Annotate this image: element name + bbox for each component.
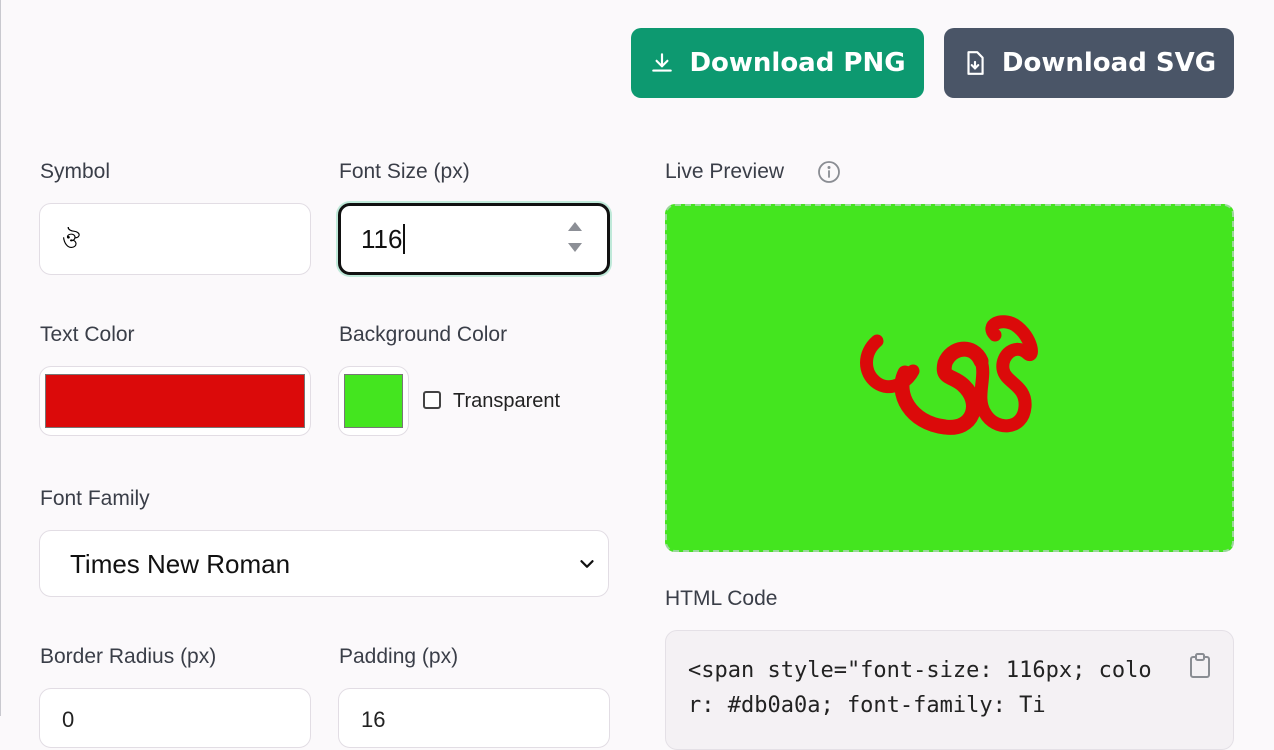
symbol-input[interactable]: ঔ <box>39 203 311 275</box>
background-color-swatch <box>344 374 403 428</box>
clipboard-icon[interactable] <box>1189 653 1211 679</box>
border-radius-label: Border Radius (px) <box>40 645 217 668</box>
padding-value: 16 <box>361 707 386 732</box>
font-family-select[interactable]: Times New Roman <box>39 530 609 597</box>
preview-symbol <box>859 315 1038 435</box>
text-color-picker[interactable] <box>39 366 311 436</box>
padding-input[interactable]: 16 <box>338 688 610 748</box>
stepper-up-icon[interactable] <box>568 222 582 231</box>
transparent-checkbox[interactable] <box>423 391 441 409</box>
download-icon <box>652 53 673 72</box>
live-preview-label: Live Preview <box>665 160 785 183</box>
symbol-value: ঔ <box>62 229 81 254</box>
stepper-down-icon[interactable] <box>568 243 582 252</box>
number-stepper[interactable] <box>567 222 583 252</box>
font-size-value: 116 <box>361 224 406 254</box>
border-radius-value: 0 <box>62 707 75 732</box>
html-code-text: <span style="font-size: 116px; color: #d… <box>688 658 1152 718</box>
background-color-label: Background Color <box>339 323 508 346</box>
live-preview <box>665 204 1234 552</box>
background-color-picker[interactable] <box>338 366 409 436</box>
text-color-swatch <box>45 374 305 428</box>
font-family-selected: Times New Roman <box>70 549 291 579</box>
html-code-label: HTML Code <box>665 587 778 610</box>
download-svg-label: Download SVG <box>1001 48 1217 78</box>
font-family-label: Font Family <box>40 487 150 510</box>
file-download-icon <box>967 51 984 75</box>
border-radius-input[interactable]: 0 <box>39 688 311 748</box>
padding-label: Padding (px) <box>339 645 459 668</box>
html-code-block[interactable]: <span style="font-size: 116px; color: #d… <box>665 630 1234 750</box>
transparent-label[interactable]: Transparent <box>453 390 560 413</box>
download-png-button[interactable]: Download PNG <box>631 28 924 98</box>
download-png-label: Download PNG <box>689 48 906 78</box>
info-icon[interactable] <box>817 160 841 184</box>
text-color-label: Text Color <box>40 323 135 346</box>
download-svg-button[interactable]: Download SVG <box>944 28 1234 98</box>
symbol-label: Symbol <box>40 160 111 183</box>
chevron-down-icon <box>580 560 594 568</box>
font-size-input[interactable]: 116 <box>338 203 610 275</box>
font-size-label: Font Size (px) <box>339 160 470 183</box>
